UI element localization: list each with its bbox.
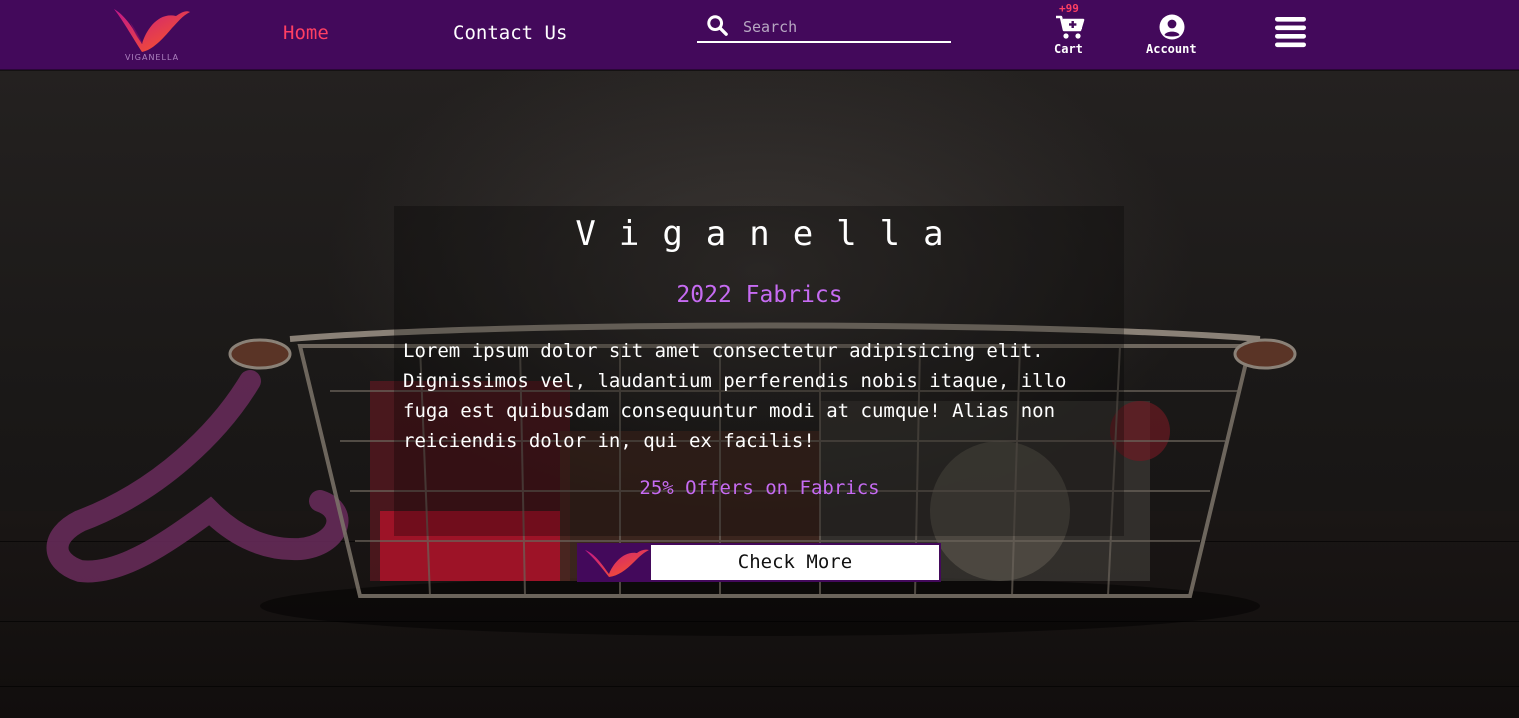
hero-title: Viganella bbox=[575, 214, 967, 254]
top-navbar: VIGANELLA Home Contact Us +99 Cart Accou… bbox=[0, 0, 1519, 70]
search-input[interactable] bbox=[743, 16, 943, 38]
brand-logo[interactable]: VIGANELLA bbox=[112, 6, 192, 64]
account-label: Account bbox=[1146, 42, 1197, 56]
viganella-bird-logo-icon bbox=[585, 549, 649, 577]
check-more-label: Check More bbox=[737, 551, 853, 573]
svg-text:VIGANELLA: VIGANELLA bbox=[125, 53, 179, 62]
cart-button[interactable]: +99 Cart bbox=[1049, 2, 1091, 60]
check-more-button[interactable]: Check More bbox=[577, 543, 941, 582]
hero-subtitle: 2022 Fabrics bbox=[676, 282, 843, 308]
hero-offer-text: 25% Offers on Fabrics bbox=[639, 477, 880, 499]
account-button[interactable]: Account bbox=[1143, 12, 1203, 60]
search-bar bbox=[697, 12, 951, 43]
hamburger-menu-icon[interactable] bbox=[1275, 16, 1306, 48]
hero-description: Lorem ipsum dolor sit amet consectetur a… bbox=[403, 340, 1067, 452]
check-more-logo-box bbox=[579, 545, 651, 580]
hero-section: Viganella 2022 Fabrics Lorem ipsum dolor… bbox=[0, 71, 1519, 718]
user-circle-icon bbox=[1159, 14, 1185, 40]
nav-link-home[interactable]: Home bbox=[283, 22, 329, 44]
search-icon[interactable] bbox=[706, 14, 728, 36]
cart-label: Cart bbox=[1054, 42, 1083, 56]
cart-icon bbox=[1056, 15, 1085, 39]
nav-link-contact-us[interactable]: Contact Us bbox=[453, 22, 567, 44]
